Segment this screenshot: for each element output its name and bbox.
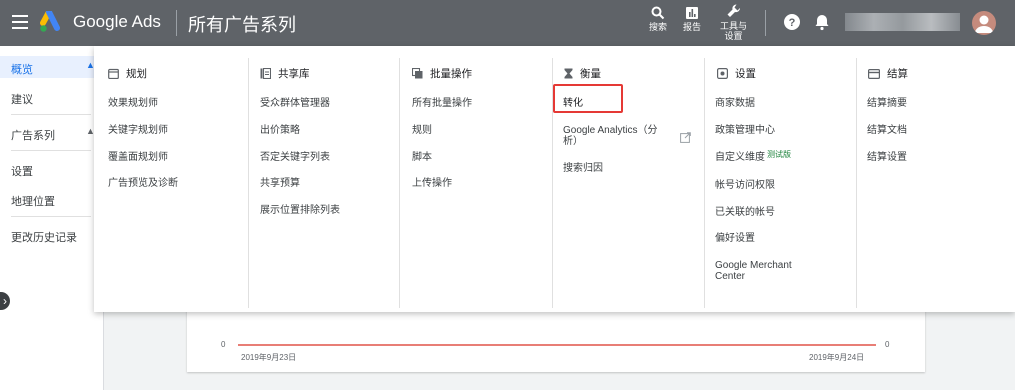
column-divider — [704, 58, 705, 308]
nav-item-locations[interactable]: 地理位置 — [11, 193, 55, 209]
search-label: 搜索 — [649, 22, 668, 32]
x-axis-end-label: 2019年9月24日 — [809, 353, 865, 362]
notifications-bell-icon[interactable] — [813, 13, 831, 31]
header-divider-2 — [765, 10, 766, 36]
menu-item-billing-summary[interactable]: 结算摘要 — [867, 98, 907, 109]
menu-item-ad-preview[interactable]: 广告预览及诊断 — [108, 178, 178, 189]
card-icon — [868, 68, 880, 79]
merchant-label-line-1: Google Merchant — [715, 260, 792, 271]
custom-dimensions-label: 自定义维度 — [715, 152, 765, 163]
menu-item-placement-exclusions[interactable]: 展示位置排除列表 — [260, 205, 340, 216]
menu-item-shared-budgets[interactable]: 共享预算 — [260, 178, 300, 189]
hourglass-icon — [564, 68, 573, 79]
menu-item-linked-accounts[interactable]: 已关联的帐号 — [715, 207, 775, 218]
menu-item-reach-planner[interactable]: 覆盖面规划师 — [108, 152, 168, 163]
menu-item-business-data[interactable]: 商家数据 — [715, 98, 755, 109]
menu-item-google-analytics[interactable]: Google Analytics（分 析） — [563, 125, 658, 147]
top-bar: Google Ads 所有广告系列 搜索 报告 工具与 设置 ? — [0, 0, 1015, 46]
menu-item-preferences[interactable]: 偏好设置 — [715, 233, 755, 244]
menu-item-rules[interactable]: 规则 — [412, 125, 432, 136]
menu-item-all-bulk-actions[interactable]: 所有批量操作 — [412, 98, 472, 109]
menu-section-setup: 设置 — [717, 66, 756, 81]
menu-section-planning: 规划 — [108, 66, 147, 81]
wrench-icon — [727, 4, 740, 17]
reports-label: 报告 — [683, 22, 702, 32]
calendar-icon — [108, 68, 119, 79]
menu-icon[interactable] — [12, 15, 28, 29]
merchant-label-line-2: Center — [715, 271, 746, 282]
analytics-label-line-1: Google Analytics（分 — [563, 125, 658, 136]
reports-button[interactable]: 报告 — [683, 6, 701, 32]
google-ads-logo[interactable] — [40, 11, 66, 33]
section-title: 规划 — [126, 68, 147, 80]
menu-item-audience-manager[interactable]: 受众群体管理器 — [260, 98, 330, 109]
menu-section-shared-library: 共享库 — [260, 66, 310, 81]
svg-text:?: ? — [789, 17, 796, 29]
column-divider — [856, 58, 857, 308]
user-avatar-icon — [975, 15, 993, 33]
header-divider — [176, 10, 177, 36]
tools-settings-button[interactable]: 工具与 设置 — [720, 3, 747, 41]
menu-section-measurement: 衡量 — [564, 66, 601, 81]
nav-item-change-history[interactable]: 更改历史记录 — [11, 229, 77, 245]
brand-name: Google Ads — [73, 12, 161, 31]
nav-item-recommendations[interactable]: 建议 — [11, 91, 33, 107]
section-title: 设置 — [735, 68, 756, 80]
section-title: 批量操作 — [430, 68, 472, 80]
beta-badge: 测试版 — [767, 150, 791, 159]
menu-item-google-merchant-center[interactable]: Google Merchant Center — [715, 260, 792, 282]
column-divider — [399, 58, 400, 308]
tools-label-2: 设置 — [724, 31, 743, 41]
analytics-label-line-2: 析） — [563, 136, 583, 147]
nav-item-settings[interactable]: 设置 — [11, 163, 33, 179]
nav-divider — [11, 216, 91, 217]
x-axis-start-label: 2019年9月23日 — [241, 353, 297, 362]
nav-item-campaigns[interactable]: 广告系列 — [11, 127, 55, 143]
nav-divider — [11, 150, 91, 151]
menu-item-billing-settings[interactable]: 结算设置 — [867, 152, 907, 163]
y-axis-left-label: 0 — [221, 340, 226, 349]
help-icon[interactable]: ? — [783, 13, 801, 31]
menu-item-keyword-planner[interactable]: 关键字规划师 — [108, 125, 168, 136]
column-divider — [248, 58, 249, 308]
menu-item-bid-strategies[interactable]: 出价策略 — [260, 125, 300, 136]
nav-item-overview[interactable]: 概览 — [11, 61, 33, 77]
nav-divider — [11, 114, 91, 115]
menu-item-scripts[interactable]: 脚本 — [412, 152, 432, 163]
section-title: 共享库 — [278, 68, 310, 80]
account-info-redacted[interactable] — [845, 13, 960, 31]
menu-item-billing-documents[interactable]: 结算文档 — [867, 125, 907, 136]
menu-item-conversions[interactable]: 转化 — [563, 98, 583, 109]
page-title: 所有广告系列 — [188, 15, 296, 35]
reports-icon — [686, 7, 698, 19]
gear-icon — [717, 68, 728, 79]
collapse-nav-button[interactable]: › — [0, 292, 10, 310]
chart-line — [238, 344, 876, 346]
search-icon — [651, 6, 665, 20]
menu-item-uploads[interactable]: 上传操作 — [412, 178, 452, 189]
menu-item-policy-manager[interactable]: 政策管理中心 — [715, 125, 775, 136]
menu-item-performance-planner[interactable]: 效果规划师 — [108, 98, 158, 109]
menu-item-search-attribution[interactable]: 搜索归因 — [563, 163, 603, 174]
tools-label-1: 工具与 — [720, 21, 748, 31]
search-button[interactable]: 搜索 — [649, 6, 667, 32]
library-icon — [260, 68, 271, 79]
menu-item-custom-dimensions[interactable]: 自定义维度 测试版 — [715, 150, 791, 163]
copy-icon — [412, 68, 423, 79]
section-title: 衡量 — [580, 68, 601, 80]
menu-section-billing: 结算 — [868, 66, 908, 81]
menu-item-account-access[interactable]: 帐号访问权限 — [715, 180, 775, 191]
menu-section-bulk-actions: 批量操作 — [412, 66, 472, 81]
external-link-icon[interactable] — [680, 132, 691, 143]
tools-menu-panel: 规划 效果规划师 关键字规划师 覆盖面规划师 广告预览及诊断 共享库 受众群体管… — [94, 46, 1015, 312]
left-navigation: 概览 ▲ 建议 广告系列 ▲ 设置 地理位置 更改历史记录 › — [0, 46, 104, 390]
avatar[interactable] — [972, 11, 996, 35]
menu-item-negative-keywords[interactable]: 否定关键字列表 — [260, 152, 330, 163]
section-title: 结算 — [887, 68, 908, 80]
